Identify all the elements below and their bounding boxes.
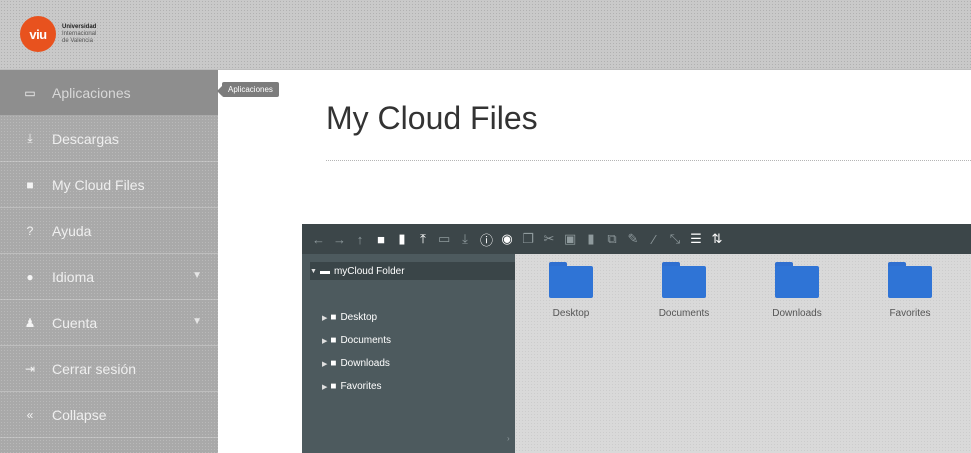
sidebar-item-descargas[interactable]: ⤓ Descargas bbox=[0, 116, 218, 162]
sort-icon[interactable]: ⇅ bbox=[711, 231, 723, 247]
logo-line-3: de Valencia bbox=[62, 37, 93, 44]
page-title: My Cloud Files bbox=[326, 100, 538, 136]
folder-icon: ■ bbox=[330, 381, 337, 392]
download-icon: ⤓ bbox=[27, 131, 33, 145]
download-icon[interactable]: ⤓ bbox=[459, 231, 471, 247]
folder-icon: ■ bbox=[330, 312, 337, 323]
logo-text: Universidad Internacional de Valencia bbox=[62, 24, 96, 45]
logo-mark: viu bbox=[20, 16, 56, 52]
tree-item-downloads[interactable]: ▶ ■ Downloads bbox=[322, 358, 390, 369]
sidebar: ▭ Aplicaciones ⤓ Descargas ■ My Cloud Fi… bbox=[0, 70, 218, 453]
folder-open-icon: ▬ bbox=[319, 265, 330, 277]
university-logo[interactable]: viu Universidad Internacional de Valenci… bbox=[20, 16, 96, 52]
file-item-favorites[interactable]: Favorites bbox=[870, 262, 950, 319]
folder-icon: ■ bbox=[330, 335, 337, 346]
file-label: Desktop bbox=[552, 308, 590, 319]
delete-icon[interactable]: ▮ bbox=[585, 231, 597, 247]
expand-right-icon[interactable]: ▶ bbox=[322, 314, 327, 322]
tree-item-desktop[interactable]: ▶ ■ Desktop bbox=[322, 312, 377, 323]
resize-icon[interactable]: ⤡ bbox=[669, 231, 681, 247]
sidebar-item-cuenta[interactable]: ♟ Cuenta ▼ bbox=[0, 300, 218, 346]
chevron-down-icon: ▼ bbox=[192, 270, 202, 281]
sign-out-icon: ⇥ bbox=[24, 361, 36, 376]
sidebar-item-cerrar-sesion[interactable]: ⇥ Cerrar sesión bbox=[0, 346, 218, 392]
sidebar-item-label: Cuenta bbox=[52, 314, 98, 331]
tree-item-label: Documents bbox=[340, 335, 392, 346]
tree-item-label: Downloads bbox=[340, 358, 390, 369]
up-icon[interactable]: ↑ bbox=[354, 232, 366, 247]
sidebar-item-label: Cerrar sesión bbox=[52, 360, 137, 377]
file-item-documents[interactable]: Documents bbox=[644, 262, 724, 319]
file-manager: ← → ↑ ■ ▮ ⤒ ▭ ⤓ ⓘ ◉ ❐ ✂ ▣ ▮ ⧉ ✎ ⁄ ⤡ ☰ ⇅ … bbox=[302, 224, 971, 453]
paste-icon[interactable]: ▣ bbox=[564, 231, 576, 247]
expand-right-icon[interactable]: ▶ bbox=[322, 360, 327, 368]
open-icon[interactable]: ▭ bbox=[438, 231, 450, 247]
globe-icon: ● bbox=[26, 269, 34, 284]
sidebar-item-label: Aplicaciones bbox=[52, 84, 131, 101]
file-label: Documents bbox=[658, 308, 710, 319]
sidebar-item-label: Collapse bbox=[52, 406, 107, 423]
tree-item-label: Desktop bbox=[340, 312, 378, 323]
folder-icon bbox=[662, 262, 706, 298]
chevron-down-icon: ▼ bbox=[192, 316, 202, 327]
new-file-icon[interactable]: ▮ bbox=[396, 231, 408, 247]
sidebar-item-idioma[interactable]: ● Idioma ▼ bbox=[0, 254, 218, 300]
logo-line-1: Universidad bbox=[62, 23, 97, 30]
copy-icon[interactable]: ❐ bbox=[522, 231, 534, 247]
file-label: Favorites bbox=[889, 308, 931, 319]
tooltip-aplicaciones: Aplicaciones bbox=[217, 82, 279, 97]
file-item-desktop[interactable]: Desktop bbox=[531, 262, 611, 319]
top-bar: viu Universidad Internacional de Valenci… bbox=[0, 0, 971, 70]
sidebar-item-label: Ayuda bbox=[52, 222, 92, 239]
folder-icon bbox=[549, 262, 593, 298]
question-icon: ? bbox=[26, 223, 34, 238]
expand-right-icon[interactable]: ▶ bbox=[322, 383, 327, 391]
file-area: Desktop Documents Downloads Favorites bbox=[515, 254, 971, 453]
view-list-icon[interactable]: ☰ bbox=[690, 231, 702, 247]
info-icon[interactable]: ⓘ bbox=[480, 230, 493, 249]
edit-icon[interactable]: ⁄ bbox=[648, 232, 660, 247]
collapse-icon: « bbox=[26, 407, 34, 422]
preview-eye-icon[interactable]: ◉ bbox=[501, 231, 513, 247]
folder-icon bbox=[888, 262, 932, 298]
tree-root-folder[interactable]: ▼ ▬ myCloud Folder bbox=[310, 262, 515, 280]
sidebar-item-label: Descargas bbox=[52, 130, 119, 147]
back-icon[interactable]: ← bbox=[312, 232, 325, 247]
window-icon: ▭ bbox=[24, 85, 36, 100]
folder-tree: ▼ ▬ myCloud Folder ▶ ■ Desktop ▶ ■ Docum… bbox=[302, 254, 515, 453]
upload-icon[interactable]: ⤒ bbox=[417, 231, 429, 247]
folder-icon: ■ bbox=[330, 358, 337, 369]
tree-root-label: myCloud Folder bbox=[333, 265, 405, 277]
sidebar-item-collapse[interactable]: « Collapse bbox=[0, 392, 218, 438]
new-folder-icon[interactable]: ■ bbox=[375, 232, 387, 247]
cut-icon[interactable]: ✂ bbox=[543, 231, 555, 247]
tree-item-label: Favorites bbox=[340, 381, 382, 392]
file-label: Downloads bbox=[772, 308, 822, 319]
user-icon: ♟ bbox=[24, 315, 36, 330]
sidebar-item-label: Idioma bbox=[52, 268, 95, 285]
tree-item-favorites[interactable]: ▶ ■ Favorites bbox=[322, 381, 382, 392]
duplicate-icon[interactable]: ⧉ bbox=[606, 231, 618, 247]
tree-scroll-handle-icon[interactable]: › bbox=[507, 434, 510, 443]
logo-line-2: Internacional bbox=[62, 30, 97, 37]
sidebar-item-my-cloud-files[interactable]: ■ My Cloud Files bbox=[0, 162, 218, 208]
sidebar-item-aplicaciones[interactable]: ▭ Aplicaciones bbox=[0, 70, 218, 116]
folder-icon: ■ bbox=[26, 177, 34, 192]
file-manager-toolbar: ← → ↑ ■ ▮ ⤒ ▭ ⤓ ⓘ ◉ ❐ ✂ ▣ ▮ ⧉ ✎ ⁄ ⤡ ☰ ⇅ bbox=[302, 224, 971, 254]
tree-item-documents[interactable]: ▶ ■ Documents bbox=[322, 335, 391, 346]
title-divider bbox=[326, 160, 971, 161]
expand-down-icon[interactable]: ▼ bbox=[310, 268, 317, 275]
sidebar-item-label: My Cloud Files bbox=[52, 176, 145, 193]
expand-right-icon[interactable]: ▶ bbox=[322, 337, 327, 345]
file-item-downloads[interactable]: Downloads bbox=[757, 262, 837, 319]
folder-icon bbox=[775, 262, 819, 298]
sidebar-item-ayuda[interactable]: ? Ayuda bbox=[0, 208, 218, 254]
forward-icon[interactable]: → bbox=[333, 232, 346, 247]
rename-icon[interactable]: ✎ bbox=[627, 231, 639, 247]
